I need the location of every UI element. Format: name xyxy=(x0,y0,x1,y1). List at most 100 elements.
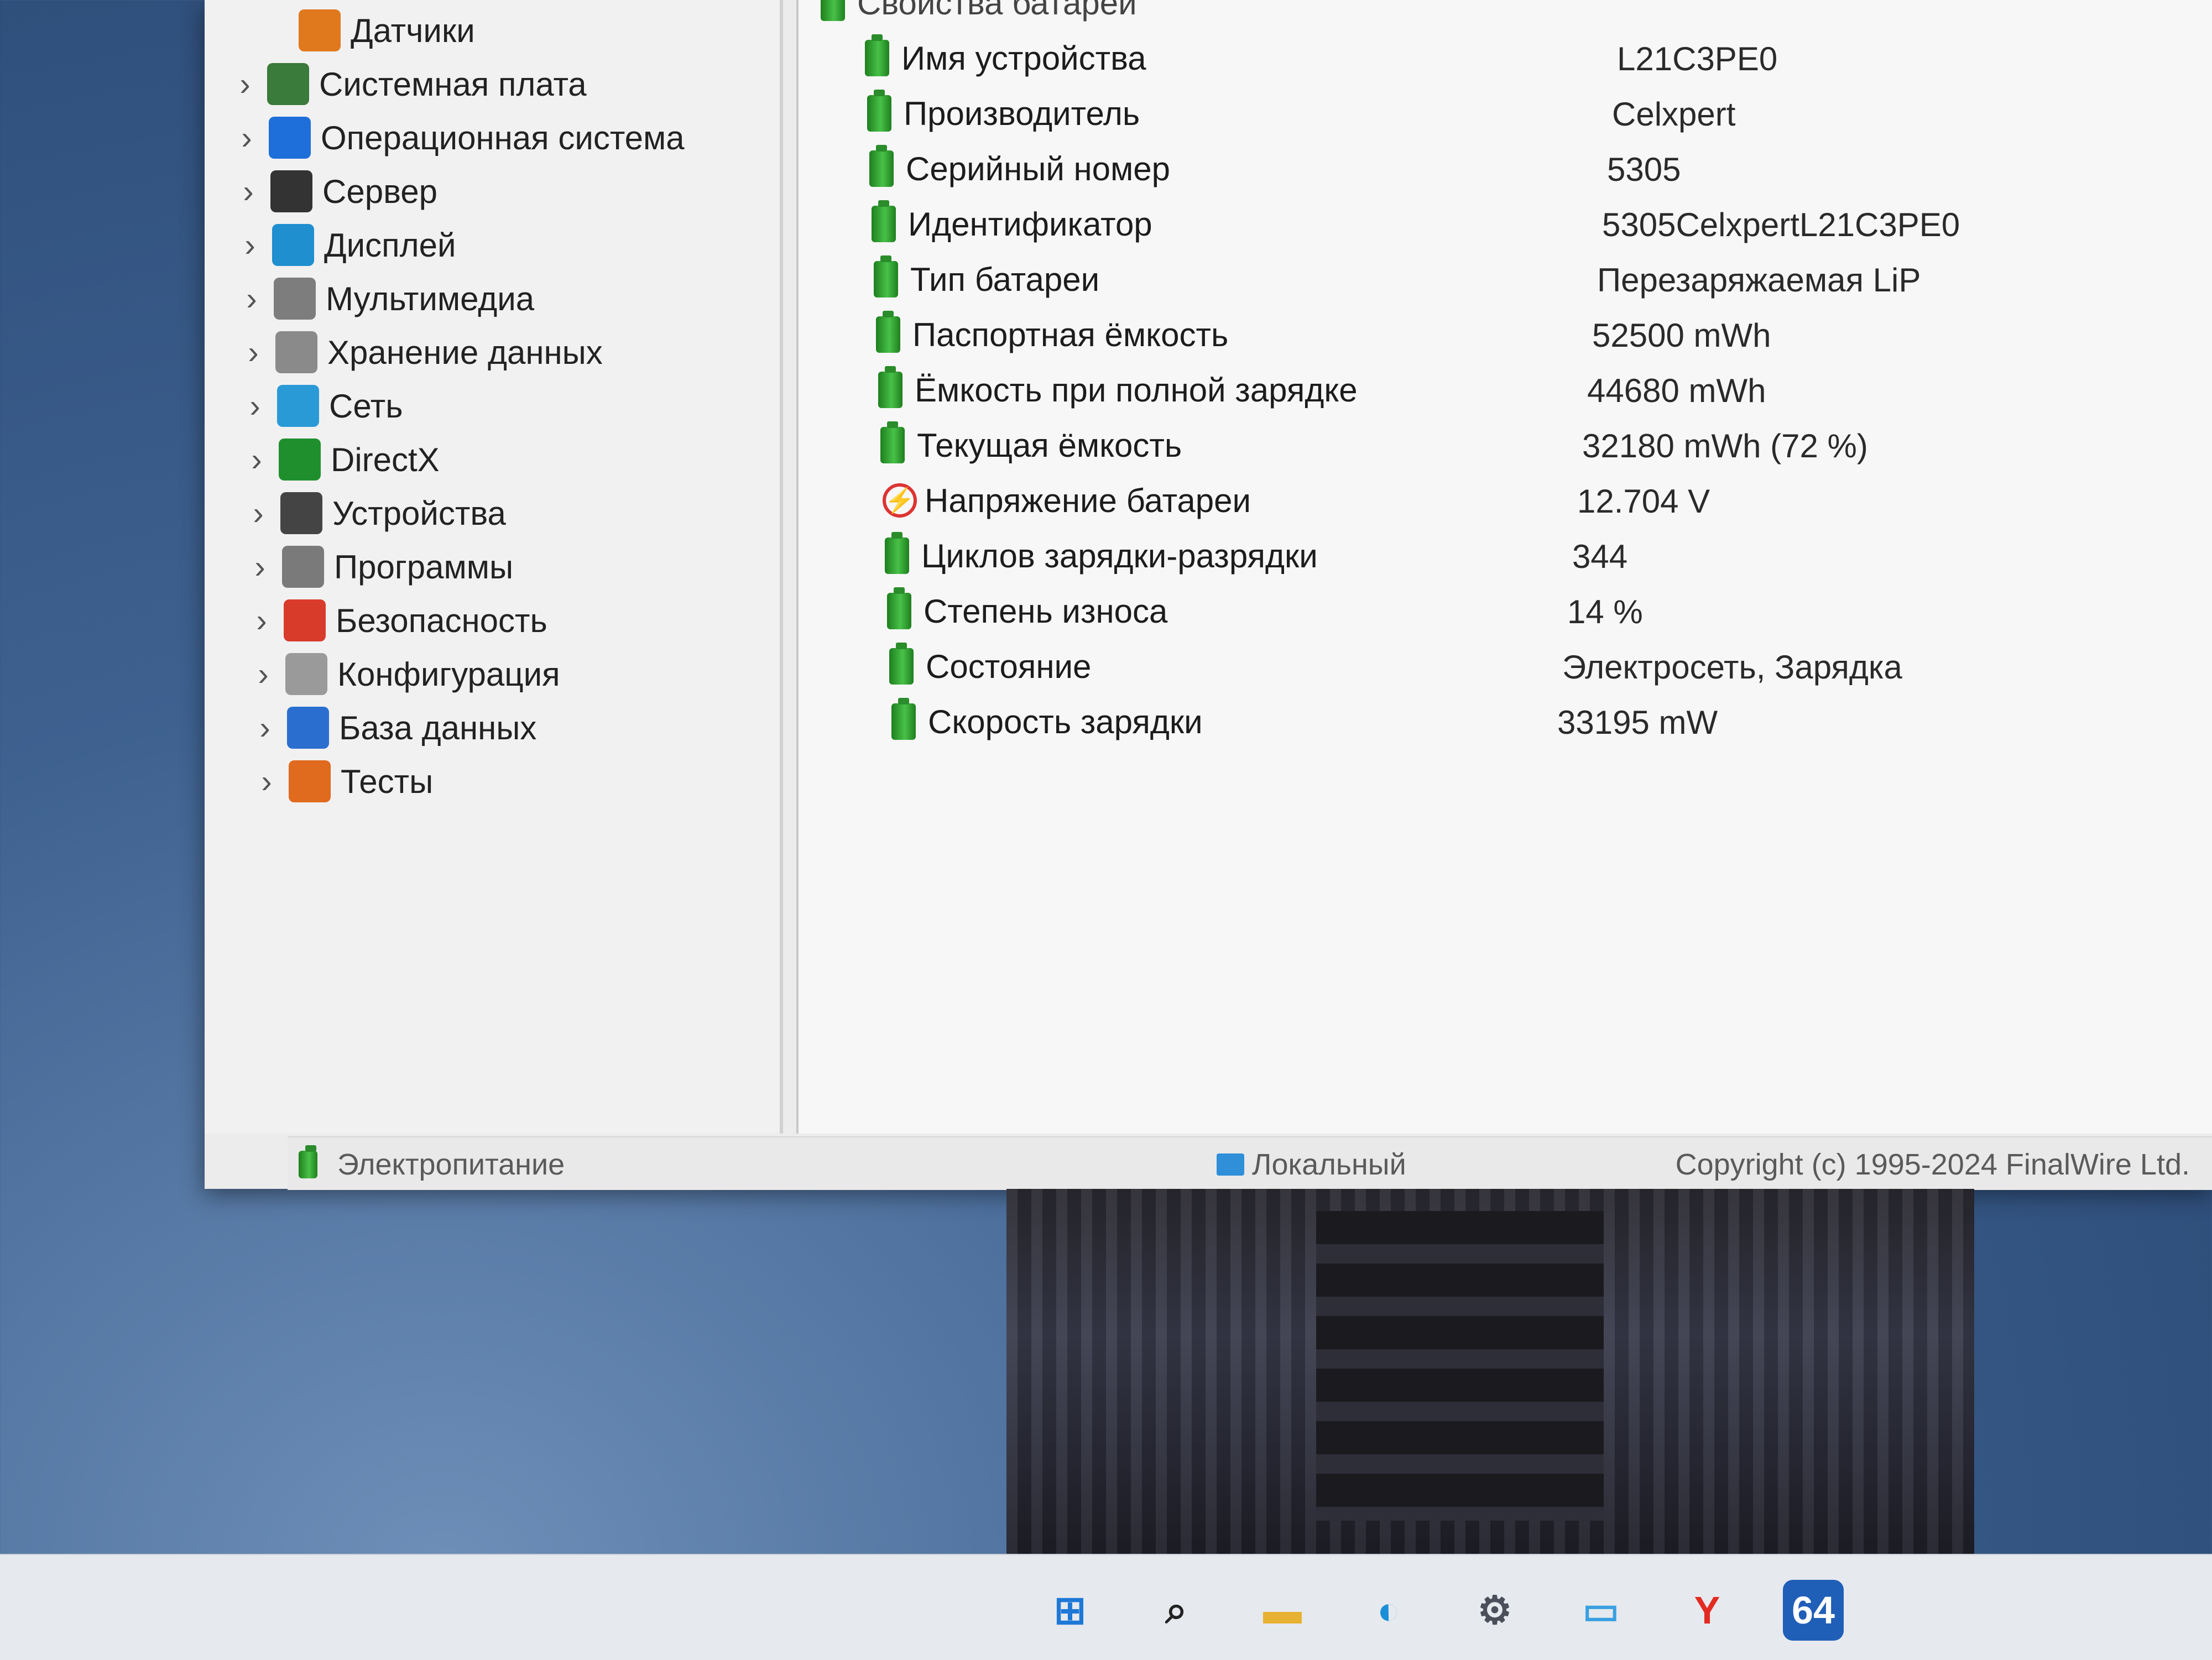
tree-item-label: Сеть xyxy=(329,387,403,425)
tree-item-label: Конфигурация xyxy=(337,655,560,693)
status-mode: Локальный xyxy=(1217,1147,1406,1182)
property-value: 14 % xyxy=(1567,593,1643,630)
property-label: Циклов зарядки-разрядки xyxy=(921,537,1318,575)
tree-item-label: Тесты xyxy=(341,763,434,800)
tree-item[interactable]: › База данных xyxy=(248,703,536,753)
chevron-right-icon[interactable]: › xyxy=(228,66,262,103)
properties-header-label: Свойства батареи xyxy=(857,0,1137,22)
power-icon xyxy=(299,1145,317,1178)
battery-icon xyxy=(891,698,916,740)
status-section-label: Электропитание xyxy=(337,1148,565,1181)
property-value: Celxpert xyxy=(1612,96,1736,133)
windows-icon xyxy=(269,117,311,159)
properties-header: Свойства батареи xyxy=(821,0,1137,28)
property-value: 12.704 V xyxy=(1577,483,1710,520)
tree-item[interactable]: › Конфигурация xyxy=(247,649,560,699)
tree-item[interactable]: › Мультимедиа xyxy=(235,274,534,323)
chevron-right-icon[interactable]: › xyxy=(243,549,276,586)
battery-icon xyxy=(878,366,902,408)
property-row[interactable]: Паспортная ёмкость xyxy=(876,310,1228,359)
tree-item[interactable]: Датчики xyxy=(227,6,475,55)
tree-item-label: Системная плата xyxy=(319,65,587,103)
property-row[interactable]: Степень износа xyxy=(887,586,1167,636)
property-label: Текущая ёмкость xyxy=(917,426,1182,464)
property-row[interactable]: Имя устройства xyxy=(865,33,1146,83)
devices-icon xyxy=(280,492,322,534)
monitor-app-icon[interactable]: ▭ xyxy=(1571,1580,1631,1641)
tree-item[interactable]: › Тесты xyxy=(250,756,433,806)
network-icon xyxy=(277,385,319,427)
directx-icon xyxy=(279,439,321,481)
aida64-icon[interactable]: 64 xyxy=(1783,1580,1844,1641)
property-row[interactable]: Идентификатор xyxy=(872,199,1152,249)
tree-item[interactable]: › DirectX xyxy=(240,435,440,484)
property-value: Электросеть, Зарядка xyxy=(1562,649,1902,686)
chevron-right-icon[interactable]: › xyxy=(233,227,267,264)
property-row[interactable]: Скорость зарядки xyxy=(891,697,1203,747)
property-value: 344 xyxy=(1572,538,1628,575)
battery-icon xyxy=(887,587,911,629)
status-mode-label: Локальный xyxy=(1252,1148,1406,1181)
chevron-right-icon[interactable]: › xyxy=(230,119,263,156)
tree-item[interactable]: › Устройства xyxy=(242,488,506,538)
search-icon[interactable]: ⌕ xyxy=(1146,1580,1207,1641)
local-computer-icon xyxy=(1217,1153,1244,1176)
property-label: Идентификатор xyxy=(908,205,1152,243)
property-label: Состояние xyxy=(926,648,1092,685)
property-row[interactable]: Текущая ёмкость xyxy=(880,420,1182,470)
tree-item-label: Безопасность xyxy=(336,602,547,639)
property-label: Тип батареи xyxy=(910,260,1100,298)
property-row[interactable]: Состояние xyxy=(889,641,1091,691)
property-value: 5305CelxpertL21C3PE0 xyxy=(1602,206,1960,243)
tree-item[interactable]: › Сеть xyxy=(238,381,403,431)
chevron-right-icon[interactable]: › xyxy=(250,763,283,800)
tree-item-label: Программы xyxy=(334,548,514,586)
edge-browser-icon[interactable]: ◐ xyxy=(1358,1580,1419,1641)
chevron-right-icon[interactable]: › xyxy=(232,173,265,210)
chevron-right-icon[interactable]: › xyxy=(245,602,278,639)
tree-item[interactable]: › Системная плата xyxy=(228,59,587,109)
tree-item-label: Операционная система xyxy=(321,119,685,156)
copyright-text: Copyright (c) 1995-2024 FinalWire Ltd. xyxy=(1675,1148,2190,1181)
chevron-right-icon[interactable]: › xyxy=(247,656,280,693)
configuration-icon xyxy=(285,653,327,695)
chevron-right-icon[interactable]: › xyxy=(242,495,275,532)
battery-icon xyxy=(880,421,905,463)
navigation-tree[interactable]: Датчики › Системная плата › Операционная сис… xyxy=(205,0,783,1134)
status-bar: Электропитание Локальный Copyright (c) 1… xyxy=(288,1136,2212,1190)
tree-item[interactable]: › Безопасность xyxy=(245,596,547,645)
chevron-right-icon[interactable]: › xyxy=(240,441,273,478)
property-row[interactable]: Серийный номер xyxy=(869,144,1170,194)
property-row[interactable]: Производитель xyxy=(867,88,1140,138)
yandex-browser-icon[interactable]: Y xyxy=(1677,1580,1738,1641)
property-value: 5305 xyxy=(1607,151,1681,188)
multimedia-icon xyxy=(274,278,316,320)
property-value: 52500 mWh xyxy=(1592,317,1771,354)
battery-icon xyxy=(876,311,900,353)
property-row[interactable]: ⚡ Напряжение батареи xyxy=(883,476,1251,525)
tree-item[interactable]: › Дисплей xyxy=(233,220,456,270)
tree-item[interactable]: › Программы xyxy=(243,542,513,592)
tests-icon xyxy=(289,760,331,802)
aida64-window: Датчики › Системная плата › Операционная сис… xyxy=(205,0,2212,1190)
status-section: Электропитание xyxy=(299,1145,565,1182)
chevron-right-icon[interactable]: › xyxy=(235,280,268,317)
tree-item[interactable]: › Операционная система xyxy=(230,113,685,163)
tree-item[interactable]: › Хранение данных xyxy=(237,327,603,377)
file-explorer-icon[interactable]: ▬ xyxy=(1252,1580,1313,1641)
chevron-right-icon[interactable]: › xyxy=(248,709,281,747)
property-label: Производитель xyxy=(904,95,1140,132)
battery-icon xyxy=(872,200,896,242)
property-row[interactable]: Циклов зарядки-разрядки xyxy=(885,531,1318,581)
property-row[interactable]: Тип батареи xyxy=(874,254,1099,304)
chevron-right-icon[interactable]: › xyxy=(238,388,272,425)
settings-gear-icon[interactable]: ⚙ xyxy=(1464,1580,1525,1641)
chevron-right-icon[interactable]: › xyxy=(237,334,270,371)
tree-item-label: Устройства xyxy=(332,494,506,532)
windows-start-icon[interactable]: ⊞ xyxy=(1040,1580,1100,1641)
tree-item-label: Хранение данных xyxy=(327,333,603,371)
property-row[interactable]: Ёмкость при полной зарядке xyxy=(878,365,1358,415)
tree-item[interactable]: › Сервер xyxy=(232,166,437,216)
property-label: Паспортная ёмкость xyxy=(912,316,1229,353)
tree-item-label: DirectX xyxy=(331,441,440,478)
